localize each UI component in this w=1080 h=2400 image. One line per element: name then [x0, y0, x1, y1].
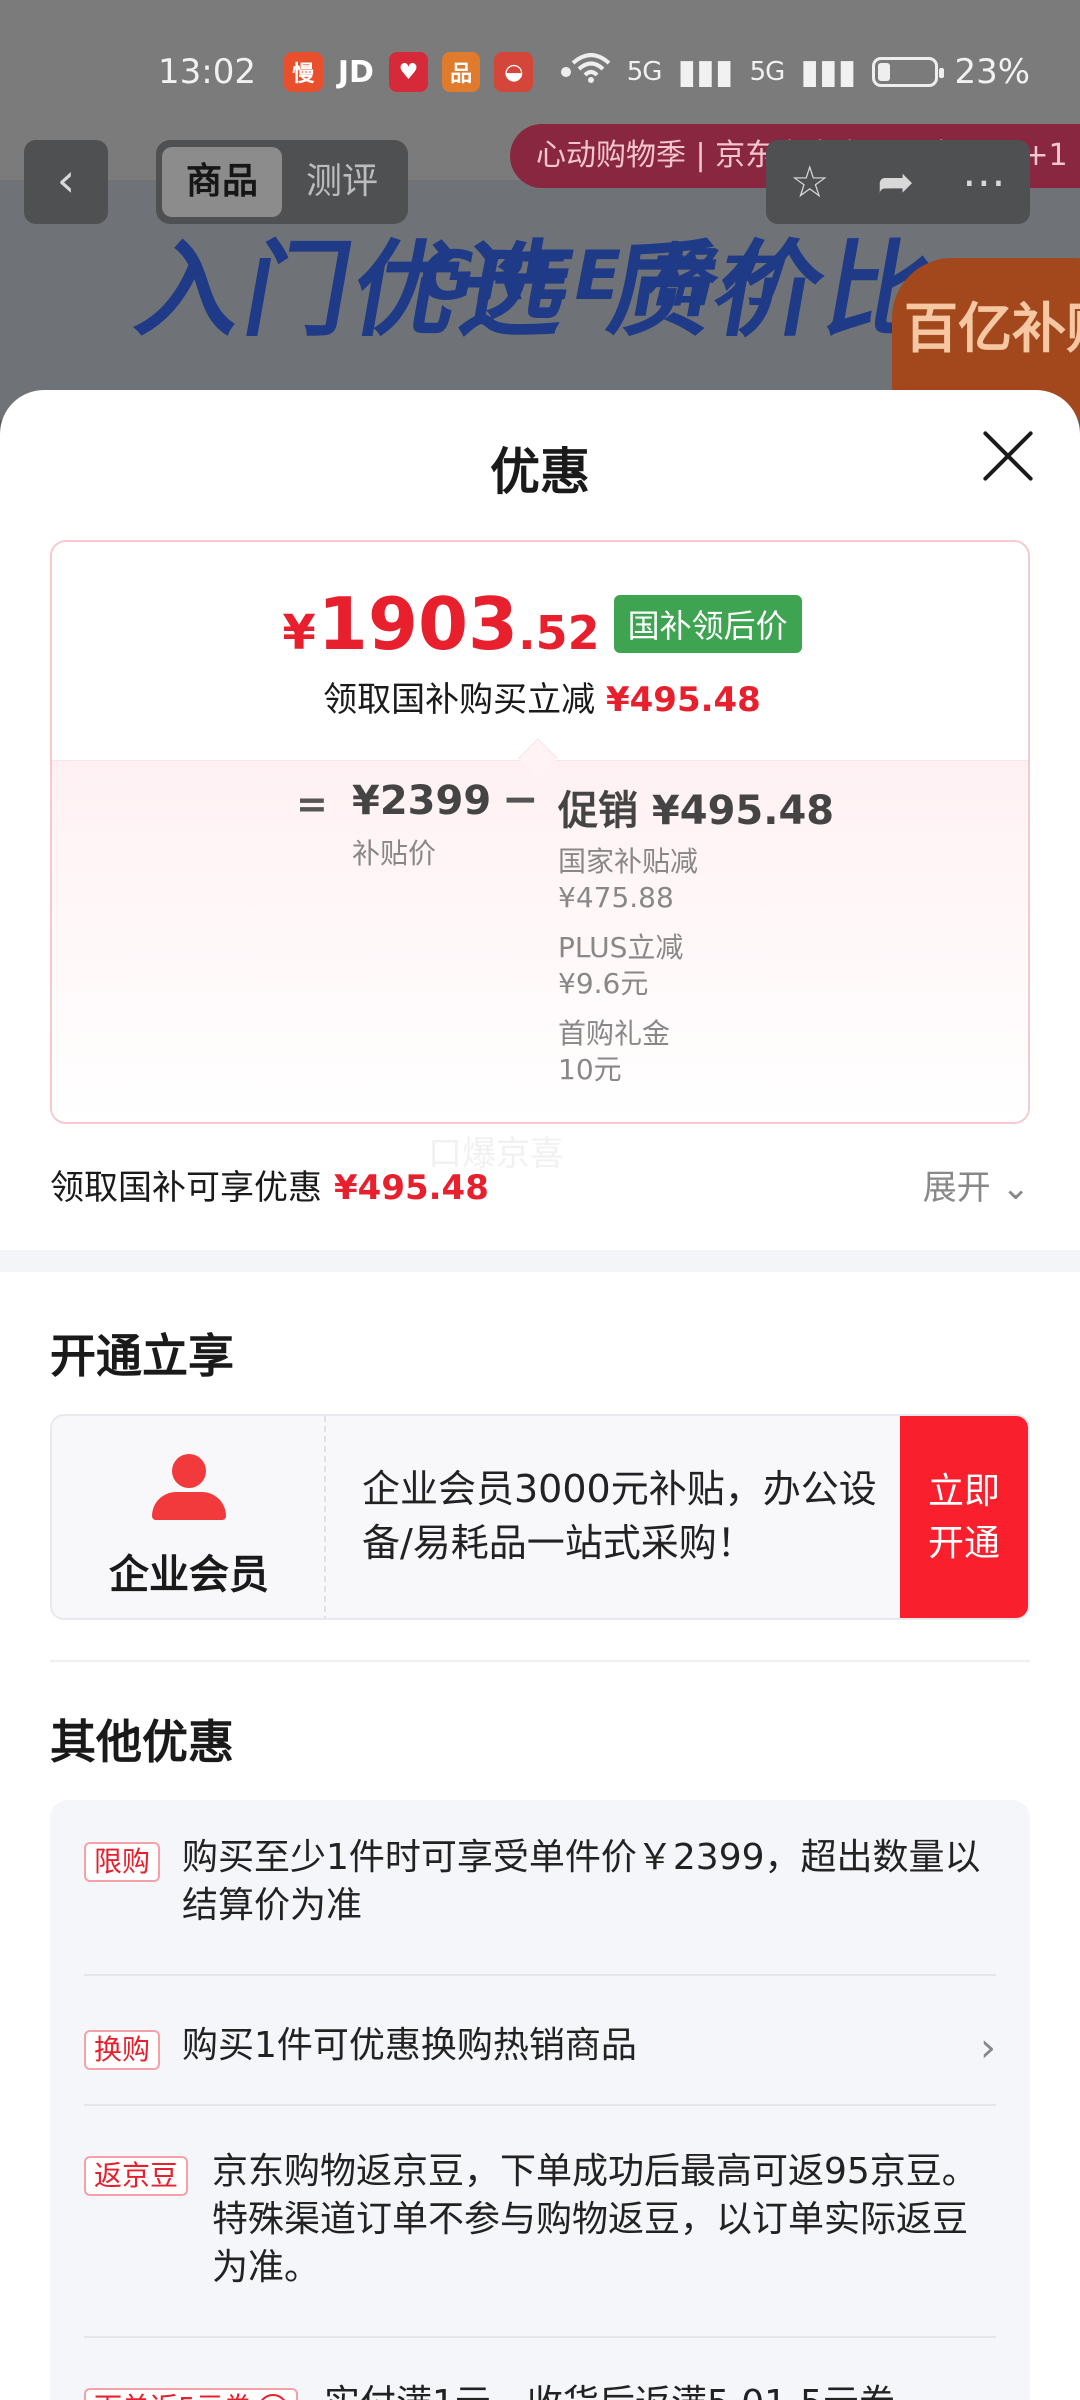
offer-text: 购买至少1件时可享受单件价￥2399，超出数量以结算价为准: [182, 1837, 981, 1926]
subsidy-price-tag: 国补领后价: [613, 595, 802, 653]
app-icon-heart: ♥: [389, 52, 428, 92]
offer-item-exchange[interactable]: 换购 购买1件可优惠换购热销商品 ›: [84, 2022, 996, 2071]
app-icon-pin: 品: [441, 52, 481, 92]
status-bar: 13:02 慢 JD ♥ 品 ◒ 5G ▮▮▮ 5G ▮▮▮ 23%: [0, 0, 1080, 144]
promo-detail-amount: ¥475.88: [558, 881, 674, 914]
app-icon-taobao: ◒: [494, 52, 534, 92]
more-icon[interactable]: ⋯: [962, 157, 1006, 208]
offer-separator: [84, 2104, 996, 2106]
tab-review[interactable]: 测评: [282, 147, 402, 217]
signal-bars-icon-2: ▮▮▮: [800, 52, 857, 92]
offer-text: 购买1件可优惠换购热销商品: [182, 2025, 637, 2066]
button-line-1: 立即: [927, 1471, 1000, 1512]
save-label: 领取国补购买立减: [323, 680, 596, 720]
notification-dot-icon: [561, 67, 571, 77]
expand-label: 展开: [922, 1168, 991, 1208]
offer-item-jingdou: 返京豆 京东购物返京豆，下单成功后最高可返95京豆。特殊渠道订单不参与购物返豆，…: [84, 2148, 996, 2292]
user-icon: [152, 1454, 226, 1520]
member-description: 企业会员3000元补贴，办公设备/易耗品一站式采购！: [362, 1467, 877, 1565]
summary-amount: ¥495.48: [334, 1168, 489, 1208]
price-card-bottom: [52, 760, 1028, 1122]
promo-detail-name: 首购礼金: [558, 1017, 671, 1050]
info-icon[interactable]: i: [257, 2394, 288, 2400]
offer-text: 京东购物返京豆，下单成功后最高可返95京豆。特殊渠道订单不参与购物返豆，以订单实…: [212, 2151, 978, 2288]
discount-sheet: 优惠 ¥ 1903 .52 国补领后价 领取国补购买立减 ¥495.48 = ¥…: [0, 390, 1080, 2400]
promo-detail-amount: ¥9.6元: [558, 967, 649, 1000]
promo-total: 促销 ¥495.48: [558, 788, 835, 834]
offer-tag: 限购: [84, 1842, 161, 1882]
offer-item-coupon: 下单返5元券i 实付满1元，收货后返满5.01-5元券: [84, 2380, 996, 2400]
button-line-2: 开通: [927, 1523, 1000, 1564]
signal-icon-1: 5G: [626, 57, 663, 87]
final-price-integer: 1903: [317, 582, 519, 666]
price-breakdown-card: ¥ 1903 .52 国补领后价 领取国补购买立减 ¥495.48 = ¥239…: [50, 540, 1030, 1124]
offer-item-limit: 限购 购买至少1件时可享受单件价￥2399，超出数量以结算价为准: [84, 1834, 996, 1930]
currency-symbol: ¥: [282, 605, 316, 661]
promo-detail: 国家补贴减 ¥475.88: [558, 844, 834, 916]
section-title-open: 开通立享: [50, 1329, 234, 1383]
offer-tag: 返京豆: [84, 2156, 189, 2196]
open-membership-button[interactable]: 立即 开通: [900, 1416, 1028, 1618]
summary-row: 领取国补可享优惠 ¥495.48 展开 ⌄: [50, 1160, 1030, 1209]
promo-detail-name: PLUS立减: [558, 931, 684, 964]
promo-block: 促销 ¥495.48 国家补贴减 ¥475.88 PLUS立减 ¥9.6元 首购…: [558, 778, 834, 1088]
offer-tag: 下单返5元券 i: [84, 2388, 298, 2400]
app-icon-jd: JD: [337, 54, 374, 90]
back-button[interactable]: ‹: [24, 140, 108, 224]
section-divider: [0, 1250, 1080, 1272]
favorite-star-icon[interactable]: ☆: [790, 157, 829, 208]
brand-slogan: 入门优选 质价比: [127, 229, 946, 351]
share-icon[interactable]: ➦: [877, 157, 914, 208]
background-product-page: GREE 格力 入门优选 质价比 心动购物季 | 京东家电家居 又好又 5+1 …: [0, 0, 1080, 420]
signal-icon-2: 5G: [749, 57, 786, 87]
battery-icon: [872, 57, 945, 87]
promo-detail-amount: 10元: [558, 1053, 622, 1086]
offer-separator: [84, 2336, 996, 2338]
status-right: 5G ▮▮▮ 5G ▮▮▮ 23%: [571, 52, 1030, 92]
status-time: 13:02: [158, 52, 256, 92]
equals-sign: =: [296, 782, 328, 826]
promo-detail: 首购礼金 10元: [558, 1016, 834, 1088]
save-amount: ¥495.48: [605, 680, 761, 720]
nav-actions: ☆ ➦ ⋯: [766, 140, 1030, 224]
offer-tag: 换购: [84, 2030, 161, 2070]
battery-percent: 23%: [954, 52, 1031, 92]
expand-button[interactable]: 展开 ⌄: [923, 1160, 1030, 1209]
thin-divider: [50, 1660, 1030, 1662]
final-price-decimal: .52: [518, 606, 600, 660]
app-icon-man: 慢: [283, 52, 323, 92]
sheet-title: 优惠: [490, 443, 590, 501]
member-left: 企业会员: [52, 1416, 326, 1618]
promo-detail: PLUS立减 ¥9.6元: [558, 930, 834, 1002]
base-price-label: 补贴价: [352, 837, 437, 870]
enterprise-member-card[interactable]: 企业会员 企业会员3000元补贴，办公设备/易耗品一站式采购！ 立即 开通: [50, 1414, 1030, 1620]
close-icon[interactable]: [976, 424, 1040, 488]
minus-sign: −: [502, 774, 539, 825]
product-tabs: 商品 测评: [156, 140, 408, 224]
base-price: ¥2399: [352, 778, 492, 824]
other-offers-list: 限购 购买至少1件时可享受单件价￥2399，超出数量以结算价为准 换购 购买1件…: [50, 1800, 1030, 2400]
section-title-other: 其他优惠: [50, 1715, 234, 1769]
member-name: 企业会员: [109, 1552, 269, 1598]
chevron-down-icon: ⌄: [1001, 1168, 1031, 1208]
promo-detail-name: 国家补贴减: [558, 845, 699, 878]
signal-bars-icon: ▮▮▮: [677, 52, 734, 92]
base-price-block: ¥2399 补贴价: [352, 778, 491, 872]
offer-tag-text: 下单返5元券: [94, 2391, 252, 2400]
tab-product[interactable]: 商品: [162, 147, 282, 217]
wifi-icon: [571, 52, 611, 92]
offer-separator: [84, 1974, 996, 1976]
summary-label: 领取国补可享优惠: [50, 1168, 322, 1208]
final-price: ¥ 1903 .52 国补领后价: [52, 582, 1028, 666]
chevron-right-icon: ›: [980, 2025, 996, 2071]
save-row: 领取国补购买立减 ¥495.48: [52, 672, 1028, 721]
